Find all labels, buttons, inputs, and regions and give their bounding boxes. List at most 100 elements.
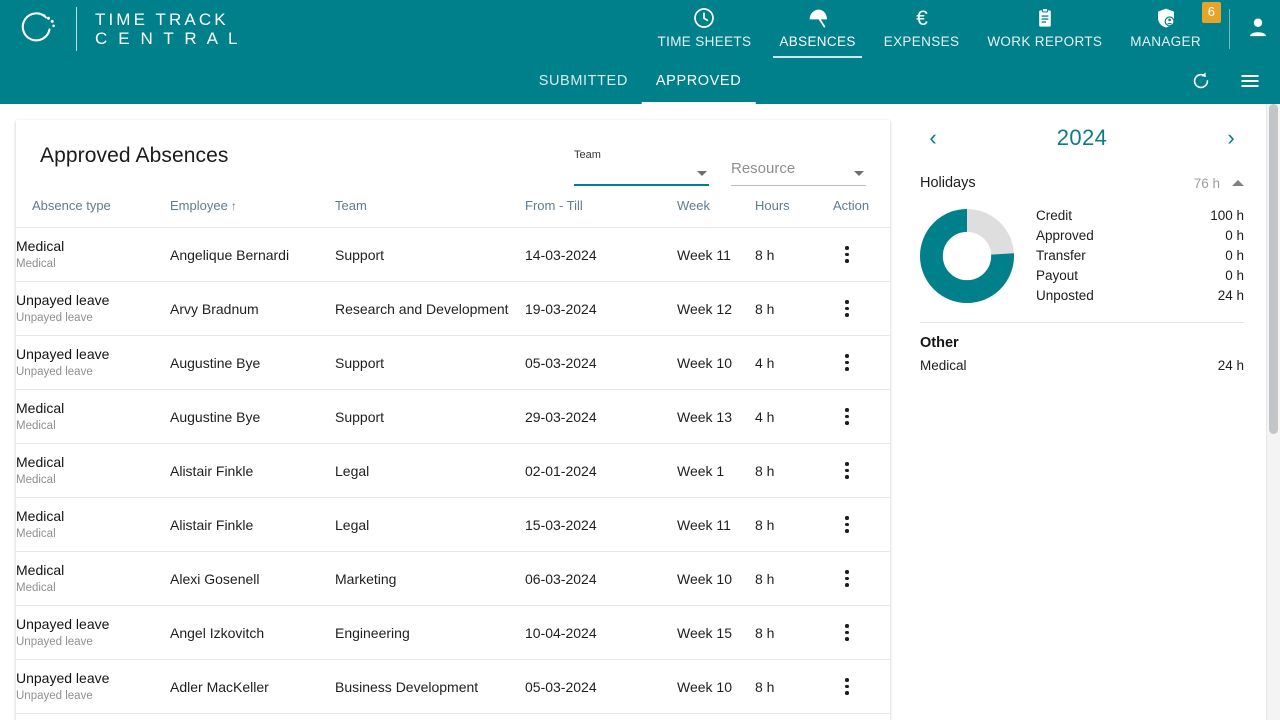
- cell-week: Week 11: [677, 498, 755, 552]
- absences-table: Absence type Employee↑ Team From - Till …: [16, 192, 890, 714]
- circular-dotted-logo-icon: [16, 8, 58, 50]
- cell-team: Legal: [335, 444, 525, 498]
- cell-employee: Angel Izkovitch: [170, 606, 335, 660]
- cell-action: [833, 660, 890, 714]
- cell-action: [833, 282, 890, 336]
- absence-type-name: Medical: [16, 454, 170, 471]
- more-vertical-icon[interactable]: [833, 565, 861, 593]
- user-avatar-button[interactable]: [1236, 0, 1280, 58]
- table-row[interactable]: Unpayed leaveUnpayed leaveAngel Izkovitc…: [16, 606, 890, 660]
- cell-team: Legal: [335, 498, 525, 552]
- holidays-total: 76 h: [1194, 176, 1220, 191]
- holidays-stat-row: Unposted24 h: [1036, 286, 1244, 306]
- more-vertical-icon[interactable]: [833, 295, 861, 323]
- cell-hours: 4 h: [755, 336, 833, 390]
- nav-label-time-sheets: TIME SHEETS: [658, 34, 752, 49]
- holidays-stat-list: Credit100 hApproved0 hTransfer0 hPayout0…: [1036, 206, 1244, 306]
- hamburger-menu-icon[interactable]: [1238, 69, 1262, 93]
- column-header-hours[interactable]: Hours: [755, 192, 833, 228]
- column-header-week[interactable]: Week: [677, 192, 755, 228]
- page-scrollbar[interactable]: [1266, 104, 1280, 720]
- chevron-down-icon: [697, 171, 707, 176]
- more-vertical-icon[interactable]: [833, 349, 861, 377]
- clock-icon: [692, 4, 716, 32]
- absence-type-subtitle: Medical: [16, 581, 170, 596]
- refresh-icon[interactable]: [1190, 70, 1212, 92]
- nav-item-expenses[interactable]: € EXPENSES: [870, 0, 974, 58]
- nav-item-work-reports[interactable]: WORK REPORTS: [973, 0, 1116, 58]
- column-header-from-till[interactable]: From - Till: [525, 192, 677, 228]
- more-vertical-icon[interactable]: [833, 673, 861, 701]
- team-filter-select[interactable]: Team: [574, 142, 709, 186]
- header-divider: [1229, 9, 1230, 49]
- holidays-stat-label: Approved: [1036, 226, 1094, 246]
- cell-team: Research and Development: [335, 282, 525, 336]
- cell-action: [833, 390, 890, 444]
- cell-action: [833, 498, 890, 552]
- more-vertical-icon[interactable]: [833, 619, 861, 647]
- sub-tab-actions: [1190, 69, 1262, 93]
- cell-week: Week 10: [677, 336, 755, 390]
- holidays-section-header[interactable]: Holidays 76 h: [920, 172, 1244, 194]
- chevron-down-icon: [854, 171, 864, 176]
- cell-week: Week 13: [677, 390, 755, 444]
- nav-item-manager[interactable]: 6 MANAGER: [1116, 0, 1215, 58]
- nav-item-absences[interactable]: ABSENCES: [765, 0, 869, 58]
- section-divider: [920, 322, 1244, 323]
- other-stat-label: Medical: [920, 358, 967, 373]
- page-scrollbar-thumb[interactable]: [1269, 104, 1278, 434]
- cell-absence-type: MedicalMedical: [16, 390, 170, 444]
- absence-type-subtitle: Medical: [16, 527, 170, 542]
- absence-type-subtitle: Medical: [16, 419, 170, 434]
- table-row[interactable]: Unpayed leaveUnpayed leaveAdler MacKelle…: [16, 660, 890, 714]
- app-header: TIME TRACK C E N T R A L TIME SHEETS: [0, 0, 1280, 104]
- resource-filter-select[interactable]: Resource: [731, 142, 866, 186]
- more-vertical-icon[interactable]: [833, 241, 861, 269]
- column-header-team[interactable]: Team: [335, 192, 525, 228]
- table-row[interactable]: Unpayed leaveUnpayed leaveArvy BradnumRe…: [16, 282, 890, 336]
- cell-hours: 8 h: [755, 444, 833, 498]
- team-filter-label: Team: [574, 149, 601, 161]
- cell-week: Week 11: [677, 228, 755, 282]
- table-header: Absence type Employee↑ Team From - Till …: [16, 192, 890, 228]
- approved-absences-card: Approved Absences Team Resource Absence …: [16, 120, 890, 720]
- cell-from-till: 14-03-2024: [525, 228, 677, 282]
- brand-logo-block[interactable]: TIME TRACK C E N T R A L: [0, 0, 241, 58]
- sub-tab-bar: SUBMITTED APPROVED: [0, 58, 1280, 104]
- card-header: Approved Absences Team Resource: [16, 120, 890, 192]
- nav-item-time-sheets[interactable]: TIME SHEETS: [644, 0, 766, 58]
- column-header-absence-type[interactable]: Absence type: [16, 192, 170, 228]
- cell-action: [833, 606, 890, 660]
- chevron-up-icon[interactable]: [1232, 180, 1244, 186]
- tab-submitted[interactable]: SUBMITTED: [525, 58, 642, 104]
- holidays-stat-label: Unposted: [1036, 286, 1094, 306]
- holidays-stat-label: Payout: [1036, 266, 1078, 286]
- more-vertical-icon[interactable]: [833, 457, 861, 485]
- table-row[interactable]: MedicalMedicalAlistair FinkleLegal02-01-…: [16, 444, 890, 498]
- table-row[interactable]: MedicalMedicalAngelique BernardiSupport1…: [16, 228, 890, 282]
- resource-filter-underline: [731, 185, 866, 186]
- holidays-stat-row: Payout0 h: [1036, 266, 1244, 286]
- tab-approved[interactable]: APPROVED: [642, 58, 755, 104]
- svg-text:€: €: [916, 7, 928, 30]
- cell-hours: 8 h: [755, 552, 833, 606]
- cell-action: [833, 336, 890, 390]
- cell-team: Marketing: [335, 552, 525, 606]
- cell-from-till: 05-03-2024: [525, 336, 677, 390]
- column-header-employee[interactable]: Employee↑: [170, 192, 335, 228]
- chevron-left-icon[interactable]: ‹: [920, 127, 946, 149]
- table-row[interactable]: MedicalMedicalAugustine ByeSupport29-03-…: [16, 390, 890, 444]
- cell-employee: Augustine Bye: [170, 336, 335, 390]
- table-row[interactable]: Unpayed leaveUnpayed leaveAugustine ByeS…: [16, 336, 890, 390]
- table-row[interactable]: MedicalMedicalAlistair FinkleLegal15-03-…: [16, 498, 890, 552]
- holidays-stat-value: 100 h: [1210, 206, 1244, 226]
- absence-type-subtitle: Unpayed leave: [16, 689, 170, 704]
- table-row[interactable]: MedicalMedicalAlexi GosenellMarketing06-…: [16, 552, 890, 606]
- sub-tabs: SUBMITTED APPROVED: [525, 58, 756, 104]
- more-vertical-icon[interactable]: [833, 511, 861, 539]
- cell-absence-type: Unpayed leaveUnpayed leave: [16, 660, 170, 714]
- table-body: MedicalMedicalAngelique BernardiSupport1…: [16, 228, 890, 714]
- cell-team: Support: [335, 228, 525, 282]
- chevron-right-icon[interactable]: ›: [1218, 127, 1244, 149]
- more-vertical-icon[interactable]: [833, 403, 861, 431]
